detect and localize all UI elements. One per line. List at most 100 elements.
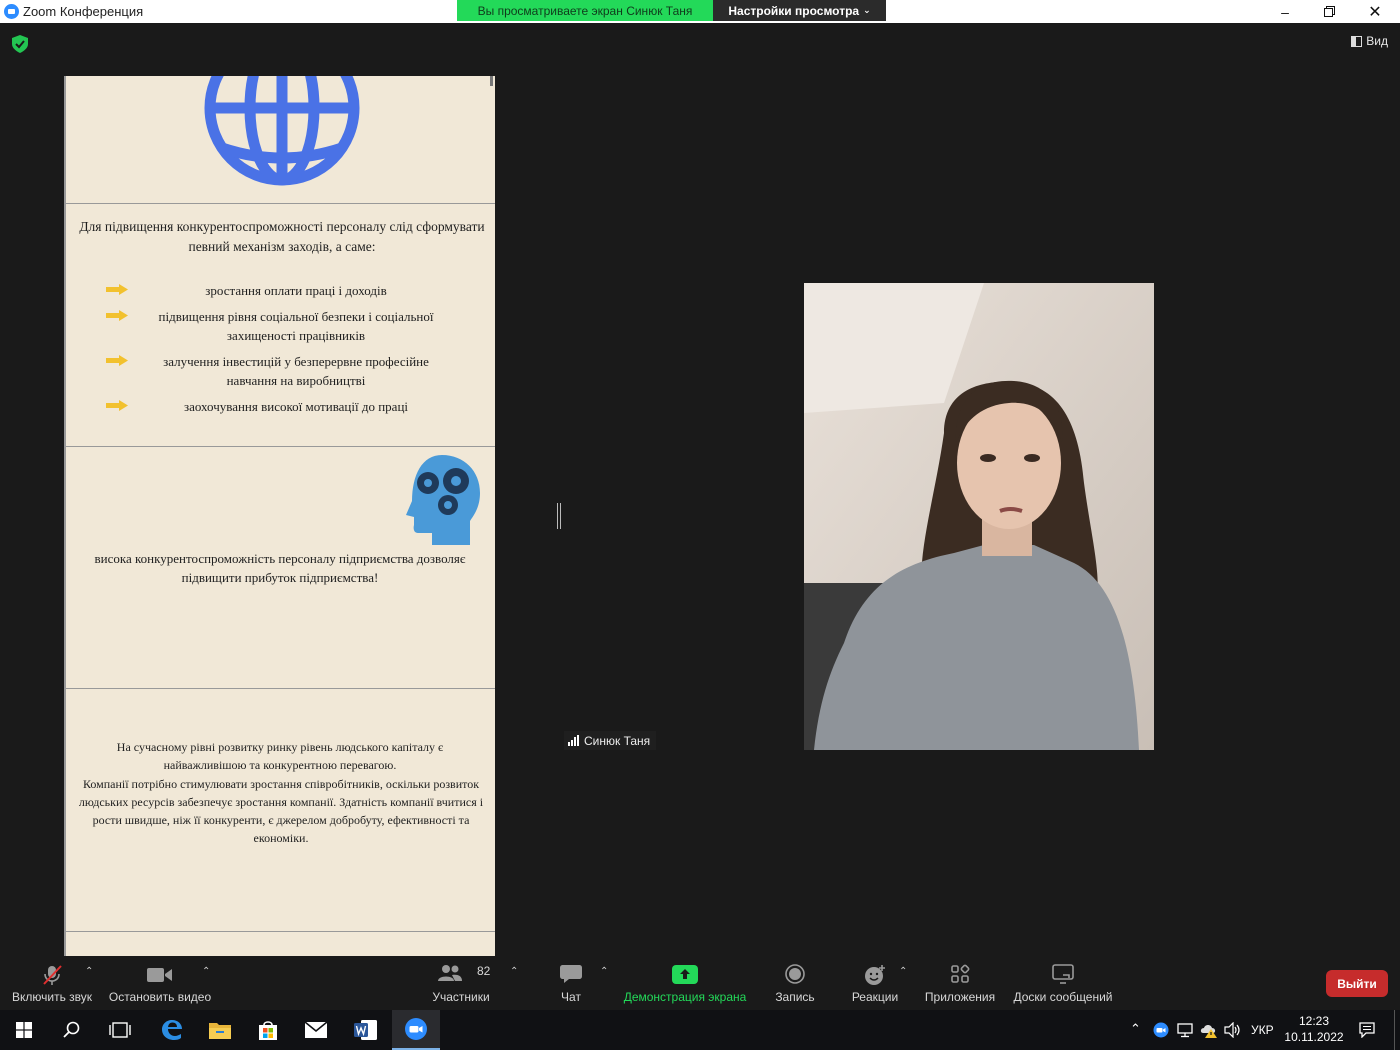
share-screen-button[interactable]: Демонстрация экрана [620,958,750,1010]
participants-count: 82 [477,964,491,978]
taskbar-clock[interactable]: 12:23 10.11.2022 [1284,1013,1344,1045]
whiteboards-button[interactable]: Доски сообщений [1010,958,1116,1010]
input-language-indicator[interactable]: УКР [1251,1023,1274,1037]
tray-overflow-chevron-icon[interactable]: ⌃ [1130,1021,1141,1037]
restore-icon [1323,6,1335,17]
arrow-right-icon [106,355,128,366]
emoji-add-icon [865,965,885,985]
network-icon[interactable] [1177,1022,1193,1038]
reactions-label: Реакции [851,990,899,1004]
taskbar-word[interactable] [342,1010,390,1050]
view-button-label: Вид [1366,34,1388,48]
notifications-icon[interactable] [1359,1022,1375,1038]
participant-name-label: Синюк Таня [564,731,657,750]
view-layout-icon [1351,35,1363,47]
taskbar-store[interactable] [244,1010,292,1050]
view-button[interactable]: Вид [1351,34,1388,48]
measures-intro: Для підвищення конкурентоспроможності пе… [79,219,485,254]
zoom-tray-icon[interactable] [1153,1022,1169,1038]
windows-start-icon [16,1022,32,1038]
view-settings-label: Настройки просмотра [728,3,860,18]
minimize-button[interactable]: – [1262,0,1308,23]
video-camera-icon [147,968,172,982]
audio-options-caret-icon[interactable]: ⌃ [85,966,93,977]
share-screen-label: Демонстрация экрана [623,990,747,1004]
minimize-icon: – [1281,3,1289,20]
globe-icon [204,76,360,186]
leave-meeting-button[interactable]: Выйти [1326,970,1388,997]
onedrive-warning-icon[interactable] [1200,1021,1218,1039]
screen-share-banner: Вы просматриваете экран Синюк Таня [457,0,713,21]
chat-bubble-icon [560,965,582,983]
chat-options-caret-icon[interactable]: ⌃ [600,966,608,977]
volume-icon[interactable] [1224,1022,1242,1038]
shared-screen-document: Для підвищення конкурентоспроможності пе… [64,76,495,956]
human-capital-paragraph: На сучасному рівні розвитку ринку рівень… [116,740,444,772]
show-desktop-button[interactable] [1394,1010,1395,1050]
windows-taskbar: ⌃ УКР 12:23 10.11.2022 [0,1010,1400,1050]
close-icon: ✕ [1368,3,1382,21]
chat-button[interactable]: Чат [548,958,594,1010]
bullet-text: заохочування високої мотивації до праці [183,399,409,414]
participant-name: Синюк Таня [584,733,651,748]
task-view-button[interactable] [96,1010,144,1050]
window-title: Zoom Конференция [23,4,144,19]
record-icon [785,964,805,984]
bullet-text: зростання оплати праці і доходів [205,283,387,298]
video-options-caret-icon[interactable]: ⌃ [202,966,210,977]
zoom-icon [405,1018,427,1040]
participants-button[interactable]: 82 Участники [426,958,496,1010]
arrow-right-icon [106,310,128,321]
close-button[interactable]: ✕ [1352,0,1398,23]
apps-label: Приложения [924,990,996,1004]
encryption-shield-icon[interactable] [12,35,28,53]
record-button[interactable]: Запись [768,958,822,1010]
view-settings-button[interactable]: Настройки просмотра ⌄ [713,0,886,21]
taskbar-file-explorer[interactable] [196,1010,244,1050]
file-explorer-icon [209,1023,231,1039]
apps-icon [951,964,970,983]
signal-strength-icon [568,735,579,746]
bullet-text: залучення інвестицій у безперервне профе… [163,354,429,388]
title-bar: Zoom Конференция Вы просматриваете экран… [0,0,1400,23]
participant-video[interactable] [804,283,1154,750]
task-view-icon [109,1022,131,1038]
bullet-text: підвищення рівня соціальної безпеки і со… [158,309,434,343]
taskbar-search-button[interactable] [48,1010,96,1050]
apps-button[interactable]: Приложения [920,958,1000,1010]
whiteboard-icon [1052,964,1074,984]
record-label: Запись [775,990,815,1004]
search-icon [63,1021,80,1038]
stop-video-label: Остановить видео [108,990,212,1004]
panel-splitter[interactable] [557,503,561,529]
profit-text: висока конкурентоспроможність персоналу … [94,551,466,585]
head-gears-icon [406,455,480,545]
reactions-button[interactable]: Реакции [846,958,904,1010]
chevron-down-icon: ⌄ [863,5,871,15]
mail-icon [304,1021,328,1038]
share-screen-icon [672,965,698,984]
microphone-muted-icon [43,965,62,985]
meeting-area: Вид Для підвищення конкурентоспроможност… [0,23,1400,958]
document-globe-section [66,76,495,204]
taskbar-zoom[interactable] [392,1010,440,1050]
unmute-label: Включить звук [11,990,93,1004]
share-banner-text: Вы просматриваете экран Синюк Таня [477,3,693,18]
taskbar-mail[interactable] [292,1010,340,1050]
document-human-capital-section: На сучасному рівні розвитку ринку рівень… [66,689,495,932]
taskbar-edge[interactable] [148,1010,196,1050]
participants-label: Участники [432,990,490,1004]
participants-icon [438,965,462,981]
chat-label: Чат [561,990,581,1004]
stop-video-button[interactable]: Остановить видео [106,958,214,1010]
reactions-options-caret-icon[interactable]: ⌃ [899,966,907,977]
windows-start-button[interactable] [0,1010,48,1050]
participants-options-caret-icon[interactable]: ⌃ [510,966,518,977]
arrow-right-icon [106,400,128,411]
word-icon [354,1020,377,1040]
restore-button[interactable] [1306,0,1352,23]
document-profit-section: висока конкурентоспроможність персоналу … [66,447,495,689]
zoom-app-icon [4,4,19,19]
document-measures-section: Для підвищення конкурентоспроможності пе… [66,204,495,447]
meeting-toolbar: Включить звук ⌃ Остановить видео ⌃ 82 Уч… [0,958,1400,1010]
